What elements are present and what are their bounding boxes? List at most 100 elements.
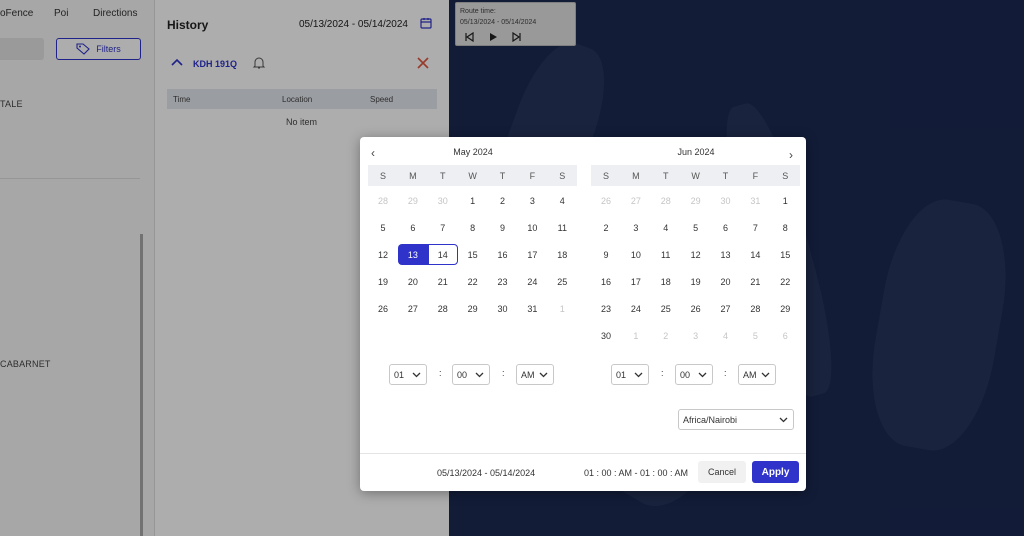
- calendar-day[interactable]: 30: [428, 190, 458, 211]
- calendar-day[interactable]: 11: [651, 244, 681, 265]
- calendar-day[interactable]: 29: [458, 298, 488, 319]
- calendar-day[interactable]: 16: [488, 244, 518, 265]
- apply-button[interactable]: Apply: [752, 461, 799, 483]
- calendar-day[interactable]: 7: [428, 217, 458, 238]
- calendar-day[interactable]: 19: [368, 271, 398, 292]
- calendar-day[interactable]: 13: [711, 244, 741, 265]
- calendar-day[interactable]: 14: [740, 244, 770, 265]
- calendar-day[interactable]: 29: [398, 190, 428, 211]
- calendar-day[interactable]: 8: [770, 217, 800, 238]
- calendar-day[interactable]: 25: [547, 271, 577, 292]
- weekday: T: [662, 170, 669, 181]
- calendar-day[interactable]: 28: [368, 190, 398, 211]
- start-hour-value: 01: [394, 369, 405, 380]
- calendar-day[interactable]: 29: [681, 190, 711, 211]
- calendar-day[interactable]: 6: [770, 325, 800, 346]
- calendar-day[interactable]: 10: [517, 217, 547, 238]
- start-minute-select[interactable]: 00: [452, 364, 490, 385]
- calendar-week-row: 26 27 28 29 30 31 1: [591, 190, 800, 211]
- calendar-day[interactable]: 19: [681, 271, 711, 292]
- calendar-day[interactable]: 10: [621, 244, 651, 265]
- calendar-day[interactable]: 25: [651, 298, 681, 319]
- calendar-day[interactable]: 5: [368, 217, 398, 238]
- calendar-day[interactable]: 22: [770, 271, 800, 292]
- calendar-day[interactable]: 26: [591, 190, 621, 211]
- end-minute-select[interactable]: 00: [675, 364, 713, 385]
- chevron-down-icon: [698, 372, 707, 378]
- calendar-day[interactable]: 26: [681, 298, 711, 319]
- calendar-day[interactable]: 29: [770, 298, 800, 319]
- end-ampm-select[interactable]: AM: [738, 364, 776, 385]
- weekday-header-left: S M T W T F S: [368, 165, 578, 186]
- calendar-day[interactable]: 2: [488, 190, 518, 211]
- time-colon: :: [724, 368, 727, 378]
- date-range-picker: ‹ › May 2024 S M T W T F S 28 29 30 1 2 3 4 5 6 7…: [360, 137, 806, 491]
- calendar-day[interactable]: 1: [770, 190, 800, 211]
- start-ampm-select[interactable]: AM: [516, 364, 554, 385]
- calendar-day[interactable]: 11: [547, 217, 577, 238]
- calendar-week-row: 23 24 25 26 27 28 29: [591, 298, 800, 319]
- weekday: M: [632, 170, 640, 181]
- calendar-day[interactable]: 22: [458, 271, 488, 292]
- calendar-day[interactable]: 28: [428, 298, 458, 319]
- calendar-day[interactable]: 6: [711, 217, 741, 238]
- calendar-day[interactable]: 5: [681, 217, 711, 238]
- calendar-day[interactable]: 15: [770, 244, 800, 265]
- calendar-day[interactable]: 24: [517, 271, 547, 292]
- chevron-down-icon: [412, 372, 421, 378]
- calendar-day[interactable]: 30: [488, 298, 518, 319]
- calendar-week-row: 2345678: [591, 217, 800, 238]
- calendar-day[interactable]: 30: [711, 190, 741, 211]
- calendar-day[interactable]: 27: [398, 298, 428, 319]
- calendar-day[interactable]: 21: [428, 271, 458, 292]
- calendar-day[interactable]: 14: [427, 244, 458, 265]
- calendar-day[interactable]: 9: [591, 244, 621, 265]
- calendar-day[interactable]: 23: [488, 271, 518, 292]
- calendar-day[interactable]: 28: [651, 190, 681, 211]
- calendar-day[interactable]: 7: [740, 217, 770, 238]
- timezone-select[interactable]: Africa/Nairobi: [678, 409, 794, 430]
- calendar-day[interactable]: 15: [458, 244, 488, 265]
- calendar-day[interactable]: 23: [591, 298, 621, 319]
- calendar-day[interactable]: 9: [488, 217, 518, 238]
- calendar-day[interactable]: 1: [547, 298, 577, 319]
- calendar-day[interactable]: 31: [740, 190, 770, 211]
- calendar-day[interactable]: 6: [398, 217, 428, 238]
- calendar-day[interactable]: 3: [681, 325, 711, 346]
- cancel-button[interactable]: Cancel: [698, 461, 746, 483]
- calendar-day[interactable]: 4: [651, 217, 681, 238]
- calendar-day[interactable]: 17: [517, 244, 547, 265]
- calendar-day[interactable]: 3: [621, 217, 651, 238]
- calendar-week-row: 16 17 18 19 20 21 22: [591, 271, 800, 292]
- calendar-day[interactable]: 17: [621, 271, 651, 292]
- time-colon: :: [661, 368, 664, 378]
- calendar-day[interactable]: 27: [711, 298, 741, 319]
- calendar-day[interactable]: 18: [651, 271, 681, 292]
- calendar-day[interactable]: 3: [517, 190, 547, 211]
- calendar-day[interactable]: 12: [368, 244, 398, 265]
- calendar-day[interactable]: 18: [547, 244, 577, 265]
- calendar-day[interactable]: 4: [711, 325, 741, 346]
- calendar-day[interactable]: 16: [591, 271, 621, 292]
- calendar-day[interactable]: 8: [458, 217, 488, 238]
- start-hour-select[interactable]: 01: [389, 364, 427, 385]
- calendar-day[interactable]: 12: [681, 244, 711, 265]
- calendar-day[interactable]: 2: [591, 217, 621, 238]
- weekday: F: [752, 170, 759, 181]
- calendar-day[interactable]: 4: [547, 190, 577, 211]
- end-hour-select[interactable]: 01: [611, 364, 649, 385]
- calendar-day[interactable]: 1: [621, 325, 651, 346]
- calendar-day[interactable]: 13: [397, 244, 428, 265]
- calendar-day[interactable]: 27: [621, 190, 651, 211]
- calendar-day[interactable]: 24: [621, 298, 651, 319]
- calendar-day[interactable]: 30: [591, 325, 621, 346]
- calendar-day[interactable]: 20: [711, 271, 741, 292]
- calendar-day[interactable]: 5: [740, 325, 770, 346]
- calendar-day[interactable]: 28: [740, 298, 770, 319]
- calendar-day[interactable]: 31: [517, 298, 547, 319]
- calendar-day[interactable]: 20: [398, 271, 428, 292]
- calendar-day[interactable]: 2: [651, 325, 681, 346]
- calendar-day[interactable]: 21: [740, 271, 770, 292]
- calendar-day[interactable]: 26: [368, 298, 398, 319]
- calendar-day[interactable]: 1: [458, 190, 488, 211]
